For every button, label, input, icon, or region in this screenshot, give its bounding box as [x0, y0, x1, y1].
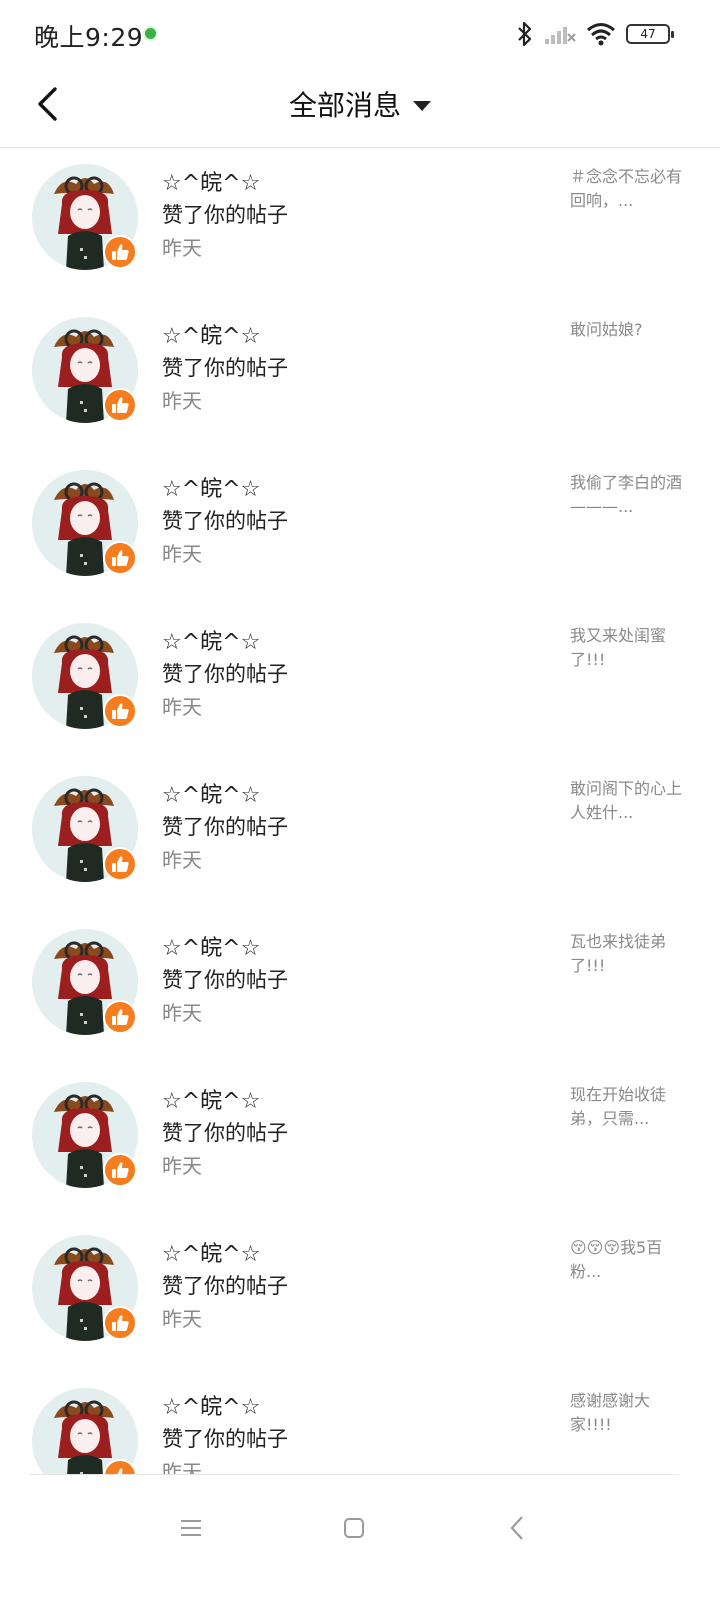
- nav-divider: [30, 1474, 678, 1475]
- thumbs-up-icon: [103, 235, 137, 269]
- post-preview[interactable]: 瓦也来找徒弟了!!!: [570, 930, 682, 978]
- page-title: 全部消息: [288, 89, 401, 122]
- thumbs-up-icon: [103, 847, 137, 881]
- signal-icon: [545, 27, 576, 44]
- timestamp: 昨天: [162, 236, 202, 260]
- post-preview[interactable]: ＃念念不忘必有回响，...: [570, 165, 682, 213]
- thumbs-up-icon: [103, 694, 137, 728]
- timestamp: 昨天: [162, 1460, 202, 1474]
- timestamp: 昨天: [162, 1307, 202, 1331]
- message-item[interactable]: ☆^皖^☆ 赞了你的帖子 昨天 😚😚😚我5百粉...: [0, 1220, 720, 1373]
- action-text: 赞了你的帖子: [162, 356, 288, 380]
- timestamp: 昨天: [162, 695, 202, 719]
- action-text: 赞了你的帖子: [162, 203, 288, 227]
- message-list[interactable]: ☆^皖^☆ 赞了你的帖子 昨天 ＃念念不忘必有回响，... ☆^皖^☆ 赞了你的…: [0, 149, 720, 1474]
- message-item[interactable]: ☆^皖^☆ 赞了你的帖子 昨天 我又来处闺蜜了!!!: [0, 608, 720, 761]
- post-preview[interactable]: 我偷了李白的酒———...: [570, 471, 682, 519]
- message-item[interactable]: ☆^皖^☆ 赞了你的帖子 昨天 敢问阁下的心上人姓什...: [0, 761, 720, 914]
- message-item[interactable]: ☆^皖^☆ 赞了你的帖子 昨天 现在开始收徒弟，只需...: [0, 1067, 720, 1220]
- sender-name[interactable]: ☆^皖^☆: [162, 777, 260, 809]
- action-text: 赞了你的帖子: [162, 968, 288, 992]
- title-dropdown[interactable]: 全部消息: [0, 84, 720, 124]
- menu-icon: [181, 1520, 201, 1536]
- action-text: 赞了你的帖子: [162, 1274, 288, 1298]
- status-bar: 晚上9:29 47: [0, 0, 720, 70]
- back-nav-button[interactable]: [495, 1506, 539, 1550]
- post-preview[interactable]: 😚😚😚我5百粉...: [570, 1236, 682, 1284]
- sender-name[interactable]: ☆^皖^☆: [162, 624, 260, 656]
- nav-bar: [0, 1474, 720, 1600]
- back-icon: [510, 1516, 523, 1540]
- sender-name[interactable]: ☆^皖^☆: [162, 165, 260, 197]
- header: 全部消息: [0, 70, 720, 148]
- status-time: 晚上9:29: [34, 23, 144, 52]
- thumbs-up-icon: [103, 1306, 137, 1340]
- battery-icon: 47: [626, 24, 674, 44]
- menu-button[interactable]: [169, 1506, 213, 1550]
- thumbs-up-icon: [103, 1153, 137, 1187]
- message-item[interactable]: ☆^皖^☆ 赞了你的帖子 昨天 感谢感谢大家!!!!: [0, 1373, 720, 1474]
- home-button[interactable]: [332, 1506, 376, 1550]
- wechat-icon: [143, 26, 158, 41]
- action-text: 赞了你的帖子: [162, 1121, 288, 1145]
- sender-name[interactable]: ☆^皖^☆: [162, 930, 260, 962]
- sender-name[interactable]: ☆^皖^☆: [162, 1389, 260, 1421]
- home-icon: [344, 1518, 364, 1538]
- action-text: 赞了你的帖子: [162, 1427, 288, 1451]
- action-text: 赞了你的帖子: [162, 815, 288, 839]
- thumbs-up-icon: [103, 1000, 137, 1034]
- sender-name[interactable]: ☆^皖^☆: [162, 1083, 260, 1115]
- timestamp: 昨天: [162, 1154, 202, 1178]
- action-text: 赞了你的帖子: [162, 509, 288, 533]
- message-item[interactable]: ☆^皖^☆ 赞了你的帖子 昨天 敢问姑娘?: [0, 302, 720, 455]
- post-preview[interactable]: 敢问阁下的心上人姓什...: [570, 777, 682, 825]
- bluetooth-icon: [518, 21, 532, 47]
- message-item[interactable]: ☆^皖^☆ 赞了你的帖子 昨天 我偷了李白的酒———...: [0, 455, 720, 608]
- message-item[interactable]: ☆^皖^☆ 赞了你的帖子 昨天 瓦也来找徒弟了!!!: [0, 914, 720, 1067]
- caret-down-icon: [413, 101, 431, 111]
- post-preview[interactable]: 我又来处闺蜜了!!!: [570, 624, 682, 672]
- sender-name[interactable]: ☆^皖^☆: [162, 471, 260, 503]
- timestamp: 昨天: [162, 542, 202, 566]
- wifi-icon: [587, 23, 615, 46]
- post-preview[interactable]: 敢问姑娘?: [570, 318, 682, 342]
- battery-level: 47: [640, 27, 656, 41]
- thumbs-up-icon: [103, 541, 137, 575]
- sender-name[interactable]: ☆^皖^☆: [162, 318, 260, 350]
- timestamp: 昨天: [162, 1001, 202, 1025]
- thumbs-up-icon: [103, 388, 137, 422]
- post-preview[interactable]: 感谢感谢大家!!!!: [570, 1389, 682, 1437]
- message-item[interactable]: ☆^皖^☆ 赞了你的帖子 昨天 ＃念念不忘必有回响，...: [0, 149, 720, 302]
- status-icons: 47: [516, 18, 674, 50]
- post-preview[interactable]: 现在开始收徒弟，只需...: [570, 1083, 682, 1131]
- sender-name[interactable]: ☆^皖^☆: [162, 1236, 260, 1268]
- timestamp: 昨天: [162, 389, 202, 413]
- timestamp: 昨天: [162, 848, 202, 872]
- action-text: 赞了你的帖子: [162, 662, 288, 686]
